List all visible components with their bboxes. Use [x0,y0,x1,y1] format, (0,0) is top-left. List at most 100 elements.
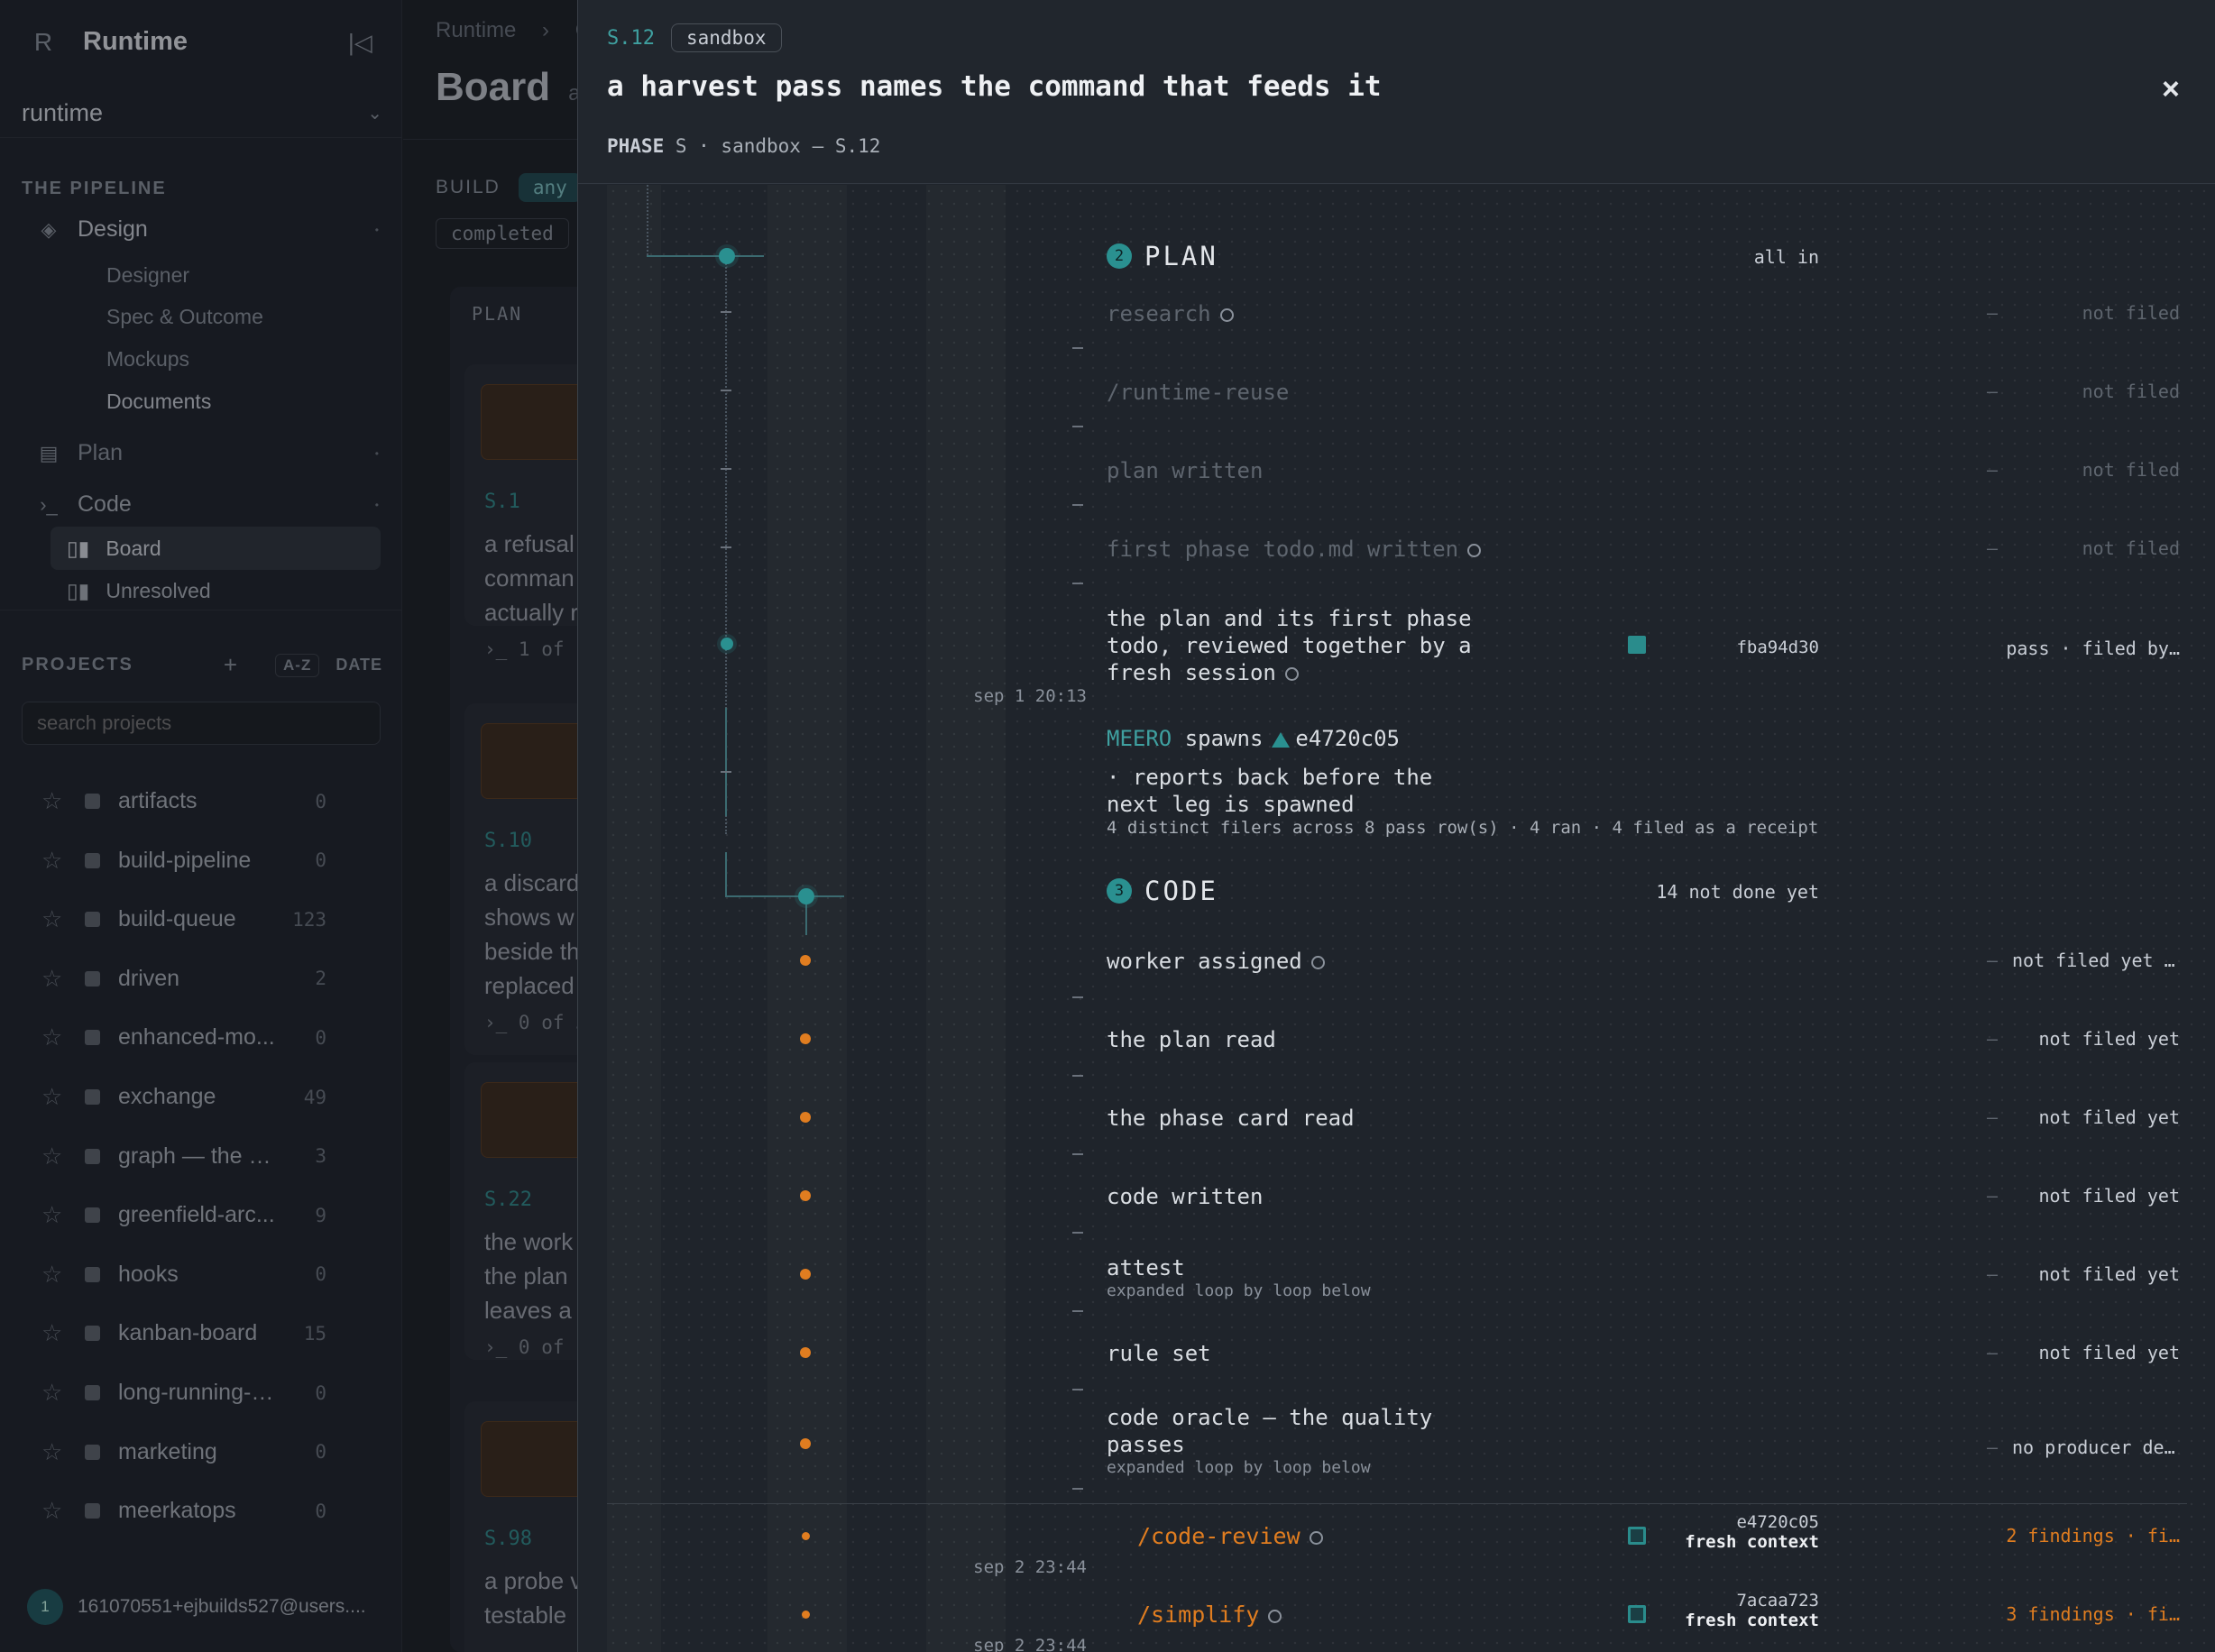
plan-node[interactable] [719,248,735,264]
code-step-row[interactable]: worker assigned [1107,948,1325,975]
status-circle-icon [1268,1609,1282,1623]
tick-mark [721,390,731,391]
step-dash: – [1987,950,1999,971]
tick-mark [721,771,731,773]
connector-line [805,899,807,935]
plan-step-row[interactable]: research [1107,300,1234,327]
step-status: not filed yet ·… [2012,950,2180,971]
step-label: /runtime-reuse [1107,380,1290,405]
tick-mark [1072,1075,1083,1077]
step-label: attest [1107,1255,1185,1280]
step-dot [800,955,811,966]
code-step-row[interactable]: attest expanded loop by loop below [1107,1254,1371,1301]
loop-command[interactable]: /code-review [1137,1523,1323,1549]
connector-line [725,852,727,895]
code-step-row[interactable]: code written [1107,1183,1263,1210]
spawn-hash[interactable]: e4720c05 [1295,726,1400,751]
status-circle-icon [1309,1530,1323,1545]
step-status: not filed yet [2038,1106,2180,1128]
step-dot [800,1112,811,1123]
connector-line [725,895,844,897]
project-badge: sandbox [670,23,782,52]
drawer-id-row: S.12 sandbox [607,23,782,52]
loop-hash-value: e4720c05 [1736,1512,1819,1532]
status-circle-icon [1310,955,1325,969]
loop-separator [607,1503,2187,1504]
meta-detail: S · sandbox — S.12 [664,135,881,157]
reports-line: next leg is spawned [1107,792,1355,817]
status-circle-icon [1219,307,1234,322]
step-status: not filed [2082,302,2180,324]
connector-line [647,255,764,257]
plan-step-row[interactable]: /runtime-reuse [1107,379,1289,406]
loop-hash[interactable]: e4720c05 fresh context [1603,1512,1819,1552]
loop-timestamp: sep 2 23:44 [973,1636,1087,1652]
review-hash[interactable]: fba94d30 [1603,638,1819,657]
oracle-dash: – [1987,1436,1999,1458]
close-icon[interactable]: × [2162,72,2180,107]
tick-mark [1072,583,1083,584]
oracle-sub: expanded loop by loop below [1107,1458,1371,1477]
pipeline-timeline: 2 PLAN all in research – not filed/runtime… [578,185,2215,1652]
section-label: CODE [1144,876,1218,906]
triangle-icon [1272,731,1291,748]
connector-line [725,708,727,816]
plan-step-row[interactable]: first phase todo.md written [1107,536,1482,563]
reports-row: · reports back before the next leg is spa… [1107,764,1432,818]
loop-hash[interactable]: 7acaa723 fresh context [1603,1591,1819,1630]
step-label: the plan read [1107,1027,1276,1052]
review-timestamp: sep 1 20:13 [973,686,1087,706]
review-row[interactable]: the plan and its first phase todo, revie… [1107,605,1472,686]
code-step-row[interactable]: the phase card read [1107,1105,1355,1132]
review-line: todo, reviewed together by a [1107,633,1472,658]
section-plan: 2 PLAN [1107,241,1218,271]
tick-mark [721,311,731,313]
oracle-status: no producer dec… [2012,1436,2180,1458]
connector-line [647,185,648,255]
step-sub: expanded loop by loop below [1107,1281,1371,1300]
step-label: worker assigned [1107,949,1302,974]
loop-command-label: /simplify [1137,1602,1260,1628]
section-number: 2 [1107,243,1132,269]
review-line: the plan and its first phase [1107,606,1472,631]
loop-context: fresh context [1685,1532,1819,1552]
loop-command[interactable]: /simplify [1137,1602,1282,1628]
step-status: not filed yet [2038,1028,2180,1050]
meta-phase-label: PHASE [607,135,665,157]
step-status: not filed yet [2038,1263,2180,1285]
drawer-title: a harvest pass names the command that fe… [607,70,1382,103]
code-step-row[interactable]: the plan read [1107,1026,1276,1053]
step-dot [800,1347,811,1358]
step-label: first phase todo.md written [1107,537,1459,562]
oracle-line: code oracle — the quality [1107,1405,1433,1430]
loop-context: fresh context [1685,1611,1819,1630]
review-node[interactable] [721,638,733,650]
loop-timestamp: sep 2 23:44 [973,1557,1087,1577]
tick-mark [1072,1488,1083,1490]
code-step-row[interactable]: rule set [1107,1340,1211,1367]
review-status: pass · filed by… [2006,638,2180,659]
phase-detail-drawer: S.12 sandbox a harvest pass names the co… [577,0,2215,1652]
step-label: research [1107,301,1211,326]
step-dash: – [1987,1028,1999,1050]
section-number: 3 [1107,878,1132,904]
step-label: the phase card read [1107,1106,1355,1131]
tick-mark [1072,996,1083,998]
tick-mark [1072,347,1083,349]
loop-status: 2 findings · fi… [2006,1525,2180,1546]
oracle-row[interactable]: code oracle — the quality passes expande… [1107,1404,1432,1478]
step-status: not filed yet [2038,1185,2180,1207]
loop-status: 3 findings · fi… [2006,1603,2180,1625]
plan-footer: 4 distinct filers across 8 pass row(s) ·… [1107,818,1819,838]
step-dash: – [1987,1106,1999,1128]
step-status: not filed yet [2038,1342,2180,1363]
spawn-verb: spawns [1184,726,1264,751]
code-node[interactable] [798,888,814,904]
reports-line: · reports back before the [1107,765,1433,790]
plan-step-row[interactable]: plan written [1107,457,1263,484]
step-dash: – [1987,1342,1999,1363]
step-label: rule set [1107,1341,1211,1366]
status-circle-icon [1284,666,1299,681]
step-dot [800,1033,811,1044]
step-dot [800,1438,811,1449]
